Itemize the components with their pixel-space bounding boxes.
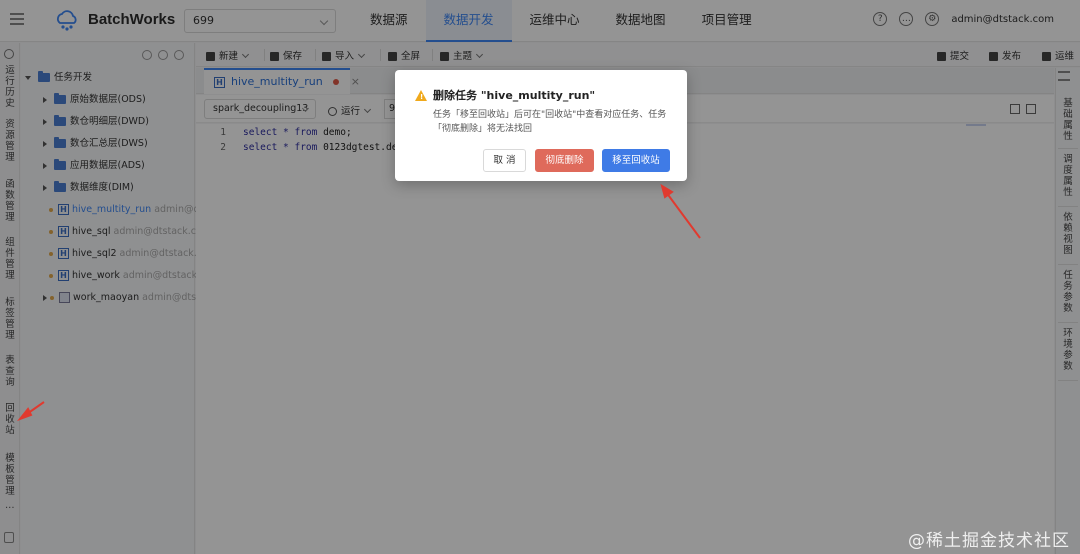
annotation-arrow-move-button <box>665 191 701 239</box>
arrowhead-icon <box>660 183 674 199</box>
watermark: @稀土掘金技术社区 <box>908 531 1070 551</box>
arrowhead-icon <box>16 407 33 422</box>
annotation-arrows <box>16 183 701 422</box>
